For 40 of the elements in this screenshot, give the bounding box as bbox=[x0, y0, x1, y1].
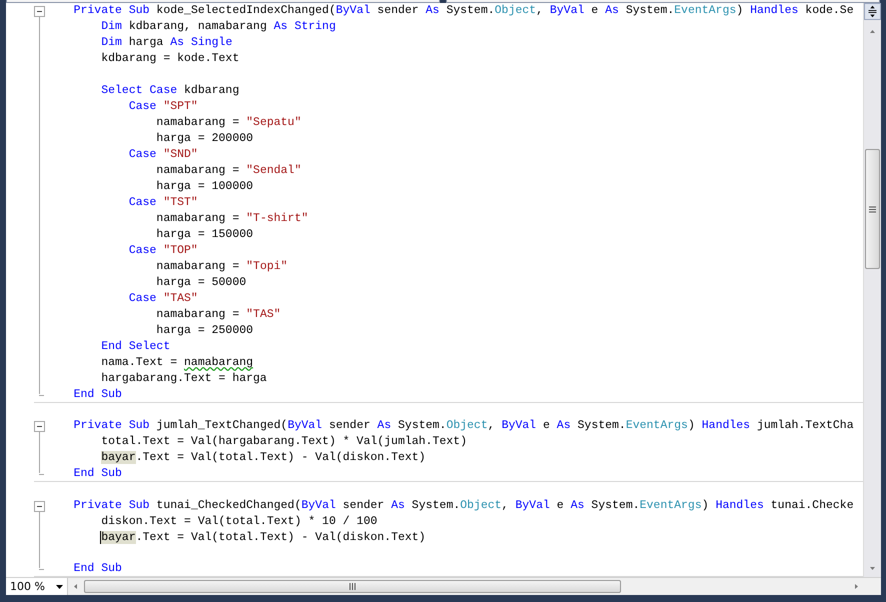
code-line: harga = 50000 bbox=[155, 274, 248, 290]
collapse-icon[interactable] bbox=[34, 6, 45, 17]
code-line: Case "TAS" bbox=[128, 290, 199, 306]
code-line: Private Sub jumlah_TextChanged(ByVal sender As System.Object, ByVal e As System.EventArgs) Handles jumlah.TextCha bbox=[72, 418, 855, 434]
code-line: harga = 200000 bbox=[155, 130, 254, 146]
zoom-dropdown[interactable]: 100 % bbox=[6, 578, 68, 595]
code-line: namabarang = "TAS" bbox=[155, 306, 282, 322]
code-line: diskon.Text = Val(total.Text) * 10 / 100 bbox=[100, 514, 378, 530]
code-line: Private Sub kode_SelectedIndexChanged(ByVal sender As System.Object, ByVal e As System.EventArgs) Handles kode.Se bbox=[72, 3, 855, 19]
code-line: harga = 150000 bbox=[155, 226, 254, 242]
code-line: bayar.Text = Val(total.Text) - Val(diskon.Text) bbox=[99, 530, 427, 546]
code-line: Case "SPT" bbox=[128, 98, 199, 114]
caret-icon bbox=[56, 584, 63, 588]
code-line: Dim harga As Single bbox=[100, 35, 234, 51]
code-line: hargabarang.Text = harga bbox=[100, 370, 268, 386]
code-line: End Sub bbox=[46, 466, 863, 482]
code-line: Case "TOP" bbox=[128, 242, 199, 258]
code-line: End Select bbox=[100, 338, 172, 354]
code-line: bayar.Text = Val(total.Text) - Val(diskon.Text) bbox=[100, 450, 427, 466]
code-line: namabarang = "Topi" bbox=[155, 258, 289, 274]
code-line: Dim kdbarang, namabarang As String bbox=[100, 19, 337, 35]
code-line: namabarang = "Sepatu" bbox=[155, 114, 302, 130]
code-line: namabarang = "Sendal" bbox=[155, 162, 302, 178]
code-line: harga = 250000 bbox=[155, 322, 254, 338]
scrollbar-thumb[interactable] bbox=[865, 149, 880, 269]
collapse-icon[interactable] bbox=[34, 500, 45, 512]
code-line: Select Case kdbarang bbox=[100, 82, 240, 98]
code-line: kdbarang = kode.Text bbox=[100, 51, 240, 67]
collapse-icon[interactable] bbox=[34, 421, 45, 432]
splitter-icon[interactable] bbox=[864, 3, 881, 20]
code-line: harga = 100000 bbox=[155, 178, 254, 194]
code-line: namabarang = "T-shirt" bbox=[155, 210, 310, 226]
code-line: End Sub bbox=[46, 386, 863, 402]
zoom-level: 100 % bbox=[10, 578, 45, 594]
code-line: Private Sub tunai_CheckedChanged(ByVal sender As System.Object, ByVal e As System.EventArgs) Handles tunai.Checke bbox=[72, 498, 855, 514]
code-line: nama.Text = namabarang bbox=[100, 354, 254, 370]
scrollbar-thumb[interactable] bbox=[84, 580, 621, 593]
code-line: Case "TST" bbox=[128, 194, 199, 210]
code-line: Case "SND" bbox=[128, 146, 199, 162]
code-line: total.Text = Val(hargabarang.Text) * Val(jumlah.Text) bbox=[100, 434, 468, 450]
